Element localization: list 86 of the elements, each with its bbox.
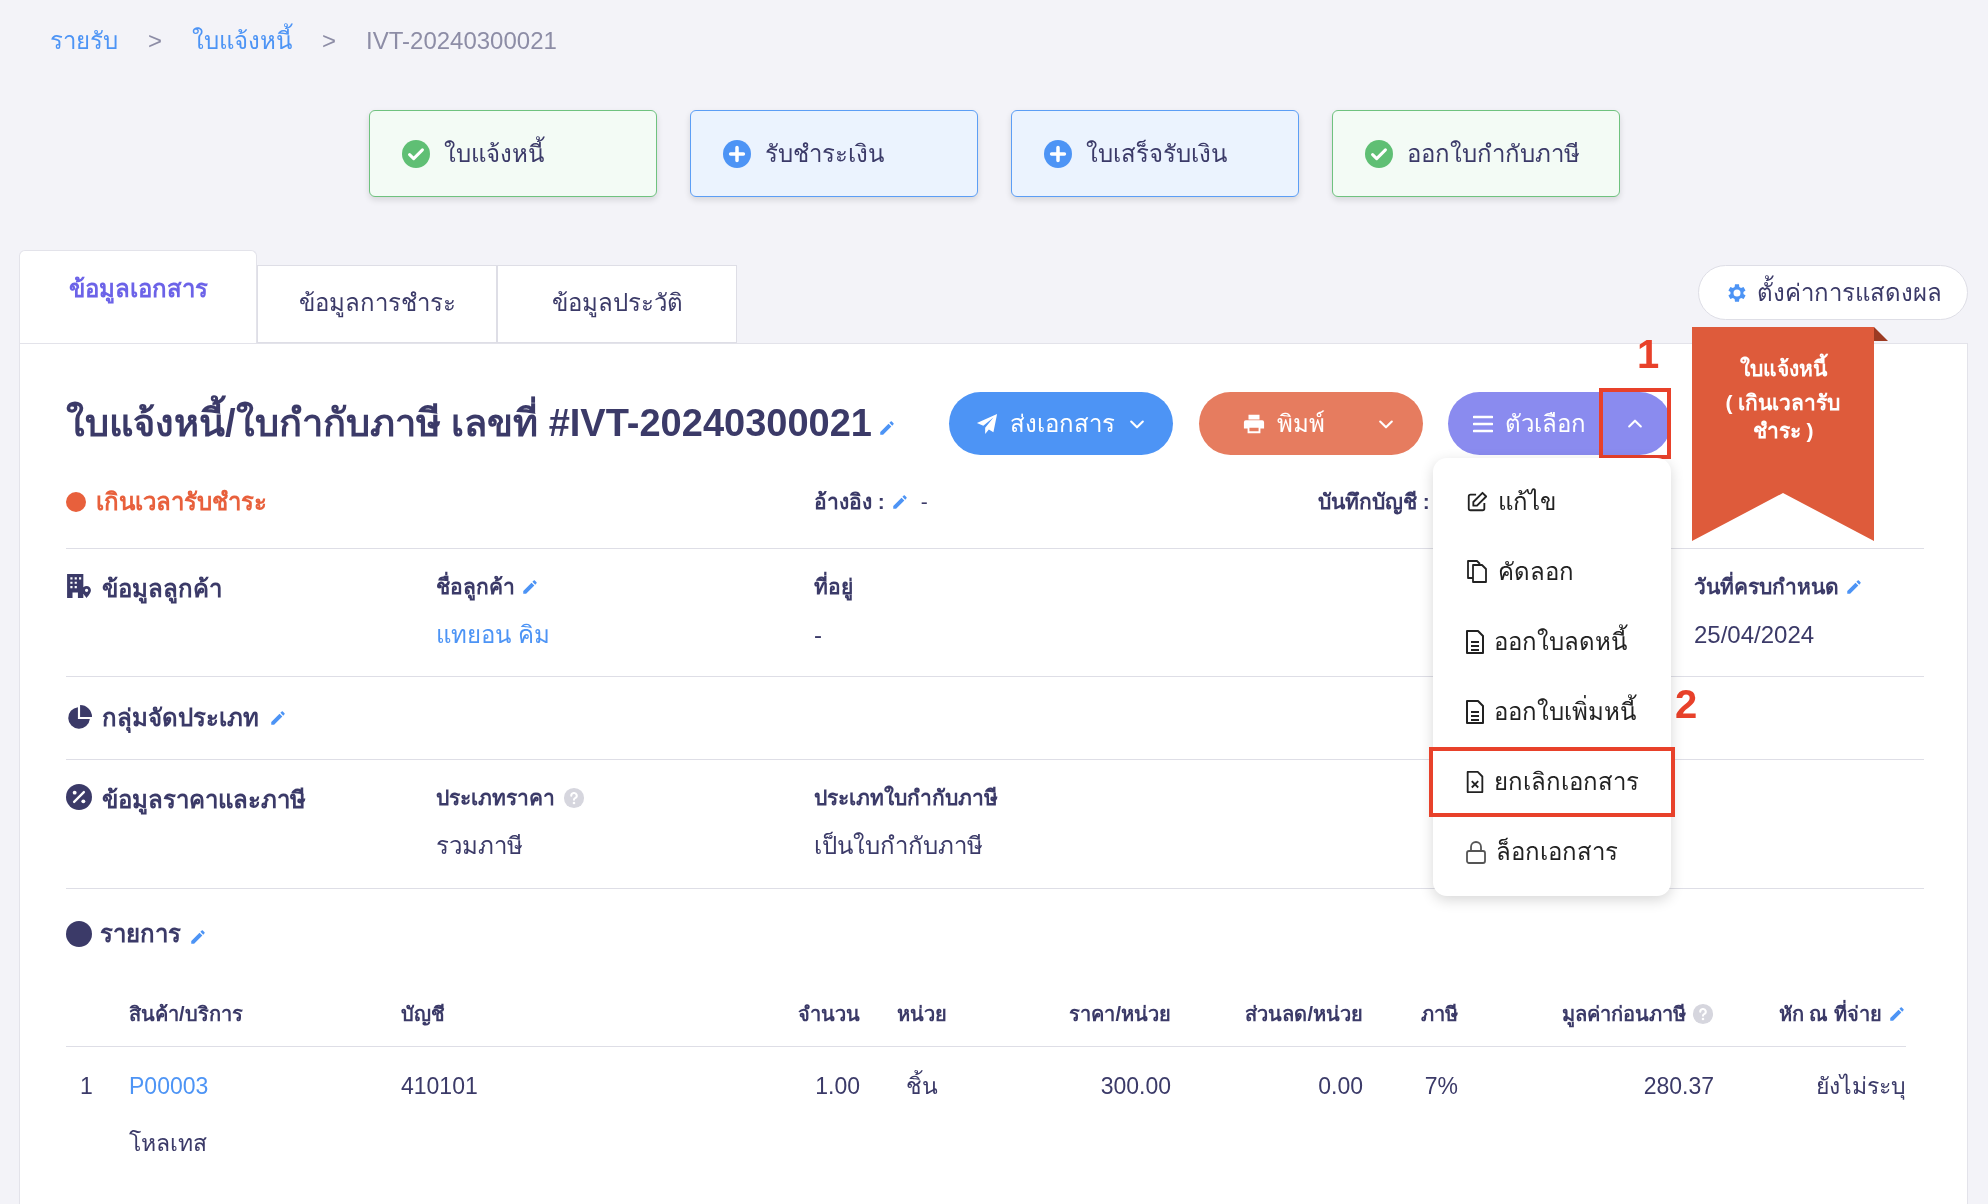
tab[interactable]: ข้อมูลการชำระ	[257, 265, 497, 343]
breadcrumb-current: IVT-20240300021	[366, 26, 557, 56]
document-x-icon	[1466, 771, 1484, 793]
document-icon	[1466, 630, 1484, 654]
menu-item[interactable]: แก้ไข	[1429, 467, 1675, 537]
menu-icon	[1473, 414, 1493, 433]
step-card[interactable]: ใบเสร็จรับเงิน	[1010, 110, 1299, 197]
product-description: โหลเทส	[129, 1128, 207, 1158]
display-settings-button[interactable]: ตั้งค่าการแสดงผล	[1698, 265, 1968, 320]
send-icon	[975, 412, 998, 435]
column-header: ส่วนลด/หน่วย	[1245, 1002, 1363, 1027]
section-title: กลุ่มจัดประเภท	[102, 703, 259, 735]
table-cell: ชิ้น	[905, 1069, 938, 1104]
document-icon	[1466, 700, 1484, 724]
step-card[interactable]: ใบแจ้งหนี้	[368, 110, 657, 197]
field-label: ประเภทใบกำกับภาษี	[814, 784, 998, 811]
options-toggle[interactable]	[1599, 388, 1671, 459]
field-label: บันทึกบัญชี :	[1318, 488, 1430, 517]
table-cell-text: 7%	[1424, 1072, 1458, 1101]
column-header: ราคา/หน่วย	[1069, 1002, 1171, 1027]
field-label: ที่อยู่	[814, 571, 853, 603]
table-cell-text: ยังไม่ระบุ	[1816, 1072, 1906, 1102]
edit-icon	[1466, 491, 1488, 513]
printer-icon	[1243, 412, 1265, 435]
pie-chart-icon	[66, 705, 92, 731]
section-title: รายการ	[100, 919, 181, 949]
field-value: -	[920, 488, 928, 515]
table-cell-text: 1.00	[815, 1072, 860, 1101]
ribbon-subtitle: ( เกินเวลารับ ชำระ )	[1724, 390, 1842, 444]
field-label: ประเภทราคา	[436, 785, 555, 811]
percent-badge-icon	[66, 784, 92, 810]
menu-item[interactable]: คัดลอก	[1429, 537, 1675, 607]
check-circle-icon	[401, 139, 430, 168]
pencil-icon[interactable]	[189, 928, 207, 946]
column-header: ภาษี	[1421, 1002, 1458, 1027]
pencil-icon[interactable]	[1888, 1005, 1906, 1023]
pencil-icon[interactable]	[521, 577, 539, 596]
tab[interactable]: ข้อมูลประวัติ	[497, 265, 737, 343]
table-cell-text: 410101	[401, 1072, 478, 1101]
ribbon-title: ใบแจ้งหนี้	[1739, 355, 1827, 383]
field-value: เป็นใบกำกับภาษี	[814, 830, 983, 861]
field-value: รวมภาษี	[436, 830, 523, 861]
row-number: 1	[79, 1072, 94, 1101]
breadcrumb-separator: >	[322, 26, 337, 56]
step-card[interactable]: ออกใบกำกับภาษี	[1331, 110, 1620, 197]
plus-circle-icon	[722, 139, 751, 168]
annotation-number: 1	[1637, 331, 1660, 378]
copy-icon	[1466, 560, 1488, 584]
menu-item[interactable]: ล็อกเอกสาร	[1429, 817, 1675, 887]
step-label: รับชำระเงิน	[764, 138, 884, 169]
field-value: -	[814, 619, 822, 650]
table-cell-text: 300.00	[1100, 1072, 1171, 1101]
document-title: ใบแจ้งหนี้/ใบกำกับภาษี เลขที่ #IVT-20240300021	[66, 395, 872, 452]
pencil-icon[interactable]	[269, 709, 287, 727]
menu-item[interactable]: ยกเลิกเอกสาร	[1429, 747, 1675, 817]
step-label: ใบแจ้งหนี้	[443, 135, 544, 172]
section-title: ข้อมูลราคาและภาษี	[102, 785, 306, 817]
column-header: จำนวน	[798, 1002, 860, 1027]
section-title: ข้อมูลลูกค้า	[102, 574, 222, 606]
field-value: 25/04/2024	[1694, 619, 1815, 650]
step-card[interactable]: รับชำระเงิน	[689, 110, 978, 197]
lock-icon	[1466, 840, 1486, 864]
column-header: มูลค่าก่อนภาษี	[1562, 999, 1686, 1029]
field-label: อ้างอิง :	[814, 488, 885, 515]
menu-item[interactable]: ออกใบเพิ่มหนี้	[1429, 677, 1675, 747]
column-header: บัญชี	[401, 1002, 445, 1028]
step-label: ออกใบกำกับภาษี	[1406, 138, 1580, 169]
column-header: หัก ณ ที่จ่าย	[1778, 999, 1882, 1029]
column-header: หน่วย	[896, 1002, 947, 1027]
pencil-icon[interactable]	[890, 492, 909, 511]
field-label: ชื่อลูกค้า	[436, 571, 515, 603]
pencil-icon[interactable]	[1845, 577, 1863, 596]
field-label: วันที่ครบกำหนด	[1694, 571, 1839, 603]
column-header: สินค้า/บริการ	[129, 1002, 243, 1027]
annotation-number: 2	[1675, 681, 1698, 728]
table-cell-text: 0.00	[1318, 1072, 1363, 1101]
table-cell-text: 280.37	[1643, 1072, 1714, 1101]
check-circle-icon	[1364, 139, 1393, 168]
pencil-icon[interactable]	[877, 418, 896, 437]
status-label: เกินเวลารับชำระ	[96, 486, 267, 517]
tab[interactable]: ข้อมูลเอกสาร	[19, 250, 257, 343]
step-label: ใบเสร็จรับเงิน	[1085, 138, 1227, 169]
building-icon	[66, 573, 92, 599]
menu-item[interactable]: ออกใบลดหนี้	[1429, 607, 1675, 677]
plus-circle-icon	[1043, 139, 1072, 168]
breadcrumb-separator: >	[148, 26, 162, 56]
